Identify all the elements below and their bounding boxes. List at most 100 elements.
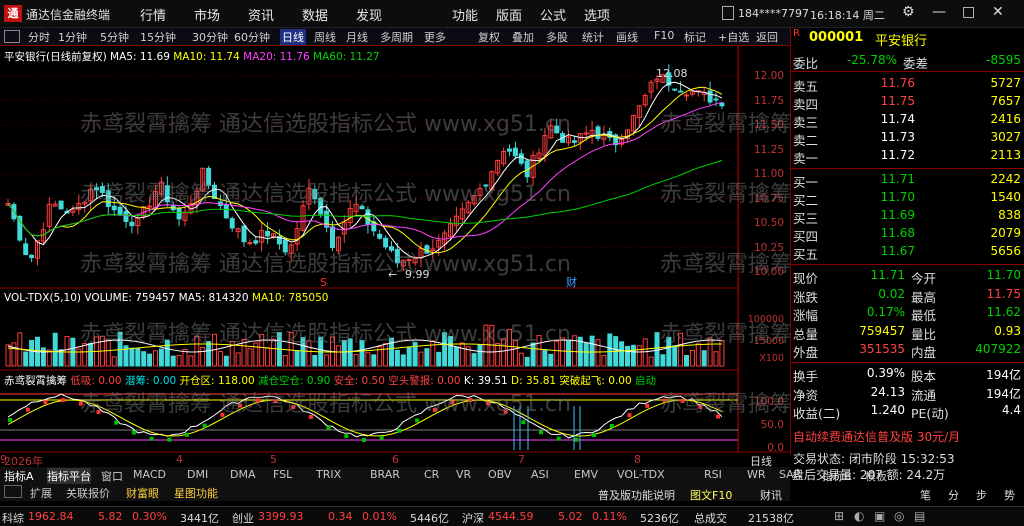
- candle-body: [595, 126, 601, 139]
- toolbar-8[interactable]: 月线: [346, 29, 368, 45]
- quote-bottom-button[interactable]: 普及版功能说明: [598, 487, 675, 503]
- index-name[interactable]: 沪深: [462, 510, 484, 526]
- index-name[interactable]: 创业: [232, 510, 254, 526]
- menu-news[interactable]: 资讯: [248, 5, 274, 24]
- toolbar-6[interactable]: 日线: [280, 29, 306, 45]
- toolbar-16[interactable]: F10: [654, 29, 674, 42]
- toolbar-18[interactable]: +自选: [718, 29, 749, 45]
- stat2-label: 换手: [793, 369, 819, 384]
- signal-dot: [344, 434, 349, 439]
- toolbar-17[interactable]: 标记: [684, 29, 706, 45]
- extension-tab[interactable]: 扩展: [30, 485, 52, 501]
- theme-icon[interactable]: ◐: [854, 509, 864, 523]
- signal-dot: [574, 437, 579, 442]
- maximize-icon[interactable]: □: [962, 4, 975, 20]
- quote-bottom-button[interactable]: 分: [948, 487, 959, 503]
- quote-bottom-button[interactable]: 图文F10: [690, 487, 732, 503]
- stat-label: 内盘: [911, 345, 937, 360]
- signal-dot: [114, 420, 119, 425]
- ask-label: 卖三: [793, 115, 819, 130]
- indicator-tab[interactable]: FSL: [273, 468, 292, 481]
- toolbar-2[interactable]: 5分钟: [100, 29, 129, 45]
- phone-icon[interactable]: [722, 6, 734, 20]
- indicator-tab[interactable]: EMV: [574, 468, 598, 481]
- toolbar-1[interactable]: 1分钟: [58, 29, 87, 45]
- indicator-tab[interactable]: VR: [456, 468, 471, 481]
- toolbar-13[interactable]: 多股: [546, 29, 568, 45]
- indicator-tab[interactable]: DMA: [230, 468, 256, 481]
- extension-tab[interactable]: 财富眼: [126, 485, 159, 501]
- stat-value: 11.62: [986, 305, 1021, 319]
- indicator-tab[interactable]: BRAR: [370, 468, 400, 481]
- toolbar-12[interactable]: 叠加: [512, 29, 534, 45]
- indicator-tab[interactable]: ASI: [531, 468, 549, 481]
- menu-market[interactable]: 市场: [194, 5, 220, 24]
- bid-volume: 2242: [990, 172, 1021, 186]
- menu-function[interactable]: 功能: [452, 5, 478, 24]
- extension-tab[interactable]: 星图功能: [174, 485, 218, 501]
- indicator-tab[interactable]: OBV: [488, 468, 511, 481]
- window-icon[interactable]: ▣: [874, 509, 885, 523]
- indicator-tab[interactable]: 指标平台: [47, 468, 91, 484]
- indicator-tab[interactable]: TRIX: [316, 468, 341, 481]
- ask-price: 11.76: [880, 76, 915, 90]
- index-name[interactable]: 科综: [2, 510, 24, 526]
- toolbar-15[interactable]: 画线: [616, 29, 638, 45]
- list-icon[interactable]: ▤: [914, 509, 925, 523]
- price-tick: 10.50: [753, 217, 784, 229]
- indicator-tab[interactable]: 指标A: [4, 468, 34, 484]
- ask-volume: 2416: [990, 112, 1021, 126]
- quote-bottom-button[interactable]: 势: [1004, 487, 1015, 503]
- toolbar-11[interactable]: 复权: [478, 29, 500, 45]
- stat2-label: 净资: [793, 387, 819, 403]
- toolbar-menu-icon[interactable]: [4, 30, 20, 43]
- minimize-icon[interactable]: —: [932, 4, 946, 20]
- ma5-legend: MA5: 11.69: [110, 51, 170, 63]
- watermark-text: 赤鸢裂霄擒筹 通达信选股指标公式 www.xg51.cn: [80, 392, 571, 417]
- settings-icon[interactable]: ⚙: [902, 4, 915, 20]
- alert-icon[interactable]: ◎: [894, 509, 904, 523]
- menu-layout[interactable]: 版面: [496, 5, 522, 24]
- toolbar-10[interactable]: 更多: [424, 29, 446, 45]
- stock-chart-name: 平安银行(日线前复权): [4, 51, 107, 63]
- indicator-tab[interactable]: CR: [424, 468, 439, 481]
- indicator-tab[interactable]: DMI: [187, 468, 208, 481]
- indicator-tab[interactable]: WR: [747, 468, 766, 481]
- stat2-label: 股本: [911, 369, 937, 384]
- indicator-tab[interactable]: 窗口: [101, 468, 123, 484]
- close-icon[interactable]: ✕: [992, 4, 1004, 20]
- toolbar-19[interactable]: 返回: [756, 29, 778, 45]
- menu-quotes[interactable]: 行情: [140, 5, 166, 24]
- expand-icon[interactable]: [4, 485, 22, 498]
- volume-legend: VOL-TDX(5,10) VOLUME: 759457 MA5: 814320…: [4, 292, 328, 304]
- extension-tab[interactable]: 关联报价: [66, 485, 110, 501]
- quote-bottom-button[interactable]: 财讯: [760, 487, 782, 503]
- quote-bottom-button[interactable]: 步: [976, 487, 987, 503]
- toolbar-3[interactable]: 15分钟: [140, 29, 176, 45]
- candle-body: [58, 200, 64, 210]
- indicator-tab[interactable]: RSI: [704, 468, 722, 481]
- indicator-tab[interactable]: MACD: [133, 468, 166, 481]
- volume-bar: [418, 351, 424, 367]
- bid-price: 11.68: [880, 226, 915, 240]
- candle-body: [117, 206, 123, 216]
- toolbar-4[interactable]: 30分钟: [192, 29, 228, 45]
- grid-icon[interactable]: ⊞: [834, 509, 844, 523]
- index-pct: 0.01%: [362, 510, 397, 523]
- toolbar-14[interactable]: 统计: [582, 29, 604, 45]
- menu-formula[interactable]: 公式: [540, 5, 566, 24]
- toolbar-7[interactable]: 周线: [314, 29, 336, 45]
- user-account[interactable]: 184****7797: [738, 7, 809, 20]
- menu-options[interactable]: 选项: [584, 5, 610, 24]
- toolbar-9[interactable]: 多周期: [380, 29, 413, 45]
- indicator-tab[interactable]: VOL-TDX: [617, 468, 665, 481]
- toolbar-5[interactable]: 60分钟: [234, 29, 270, 45]
- stat2-value: 194亿: [986, 386, 1021, 401]
- volume-bar: [365, 352, 371, 367]
- menu-data[interactable]: 数据: [302, 5, 328, 24]
- toolbar-0[interactable]: 分时: [28, 29, 50, 45]
- stat-value: 11.70: [986, 268, 1021, 282]
- renewal-banner[interactable]: 自动续费通达信普及版 30元/月: [793, 428, 960, 445]
- menu-discover[interactable]: 发现: [356, 5, 382, 24]
- quote-bottom-button[interactable]: 笔: [920, 487, 931, 503]
